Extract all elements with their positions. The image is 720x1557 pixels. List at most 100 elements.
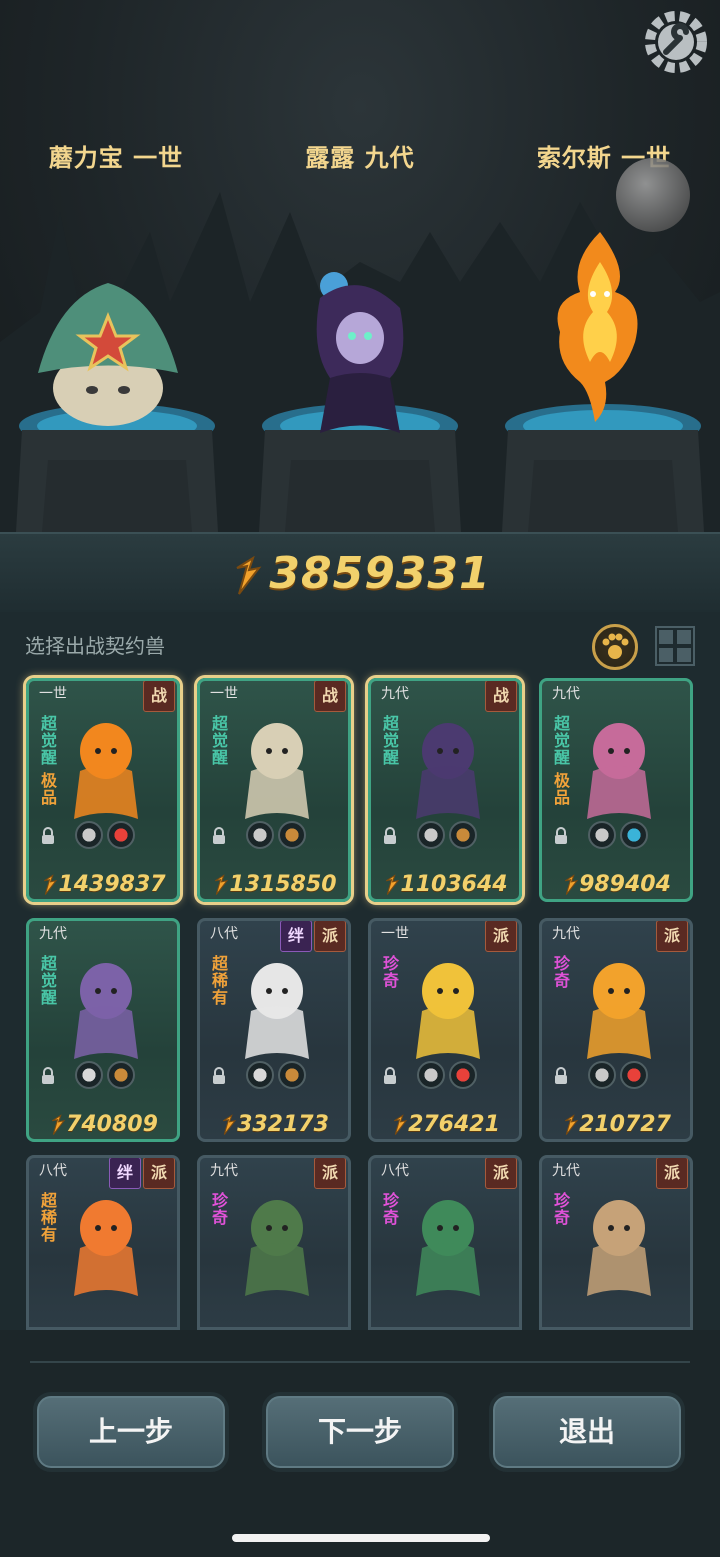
card-badge: 战 [485, 681, 517, 712]
lock-icon[interactable] [210, 1067, 228, 1085]
card-power-value: 1439837 [58, 872, 166, 897]
beast-card[interactable]: 九代派珍奇 [197, 1155, 351, 1330]
lock-icon[interactable] [39, 827, 57, 845]
hero-name-3: 索尔斯 一世 [536, 144, 672, 172]
team-power-bar: 3859331 [0, 532, 720, 614]
beast-sprite-dragon [74, 963, 138, 1059]
grid-view-icon[interactable] [655, 626, 695, 666]
fire-icon [620, 1061, 648, 1089]
beast-sprite-vine-girl [416, 1200, 480, 1296]
beast-sprite-white-sage [245, 963, 309, 1059]
beast-card[interactable]: 九代 超觉醒 740809 [26, 918, 180, 1142]
card-generation: 一世 [381, 926, 409, 942]
card-badge: 战 [143, 681, 175, 712]
card-power-score: 210727 [542, 1112, 690, 1137]
fist-icon [246, 821, 274, 849]
home-indicator[interactable] [232, 1534, 490, 1542]
beast-sprite-fire-spirit [74, 723, 138, 819]
beast-card[interactable]: 一世派珍奇 276421 [368, 918, 522, 1142]
team-power-display: 3859331 [0, 548, 720, 599]
power-icon [236, 556, 262, 595]
card-generation: 八代 [39, 1163, 67, 1179]
card-power-score: 332173 [200, 1112, 348, 1137]
beast-card[interactable]: 九代派珍奇 210727 [539, 918, 693, 1142]
card-power-score: 1103644 [371, 872, 519, 897]
beast-card[interactable]: 九代 超觉醒 极品 989404 [539, 678, 693, 902]
power-icon [52, 1114, 66, 1135]
paw-icon [602, 633, 629, 659]
hero-sprite-flame[interactable] [545, 232, 655, 422]
shield-icon [588, 1061, 616, 1089]
beast-card[interactable]: 八代绊派超稀有 [26, 1155, 180, 1330]
card-badge: 绊 [109, 1158, 141, 1189]
eye-icon [75, 1061, 103, 1089]
fire-icon [107, 821, 135, 849]
card-badge: 派 [485, 1158, 517, 1189]
card-generation: 九代 [381, 686, 409, 702]
hero-sprite-rose-witch[interactable] [300, 268, 420, 438]
beast-sprite-treant [245, 1200, 309, 1296]
card-power-value: 276421 [408, 1112, 500, 1137]
beast-card[interactable]: 八代绊派超稀有 332173 [197, 918, 351, 1142]
power-icon [223, 1114, 237, 1135]
shield-icon [75, 821, 103, 849]
earth-icon [278, 1061, 306, 1089]
paw-filter-button[interactable] [592, 624, 638, 670]
card-power-score: 1315850 [200, 872, 348, 897]
water-icon [620, 821, 648, 849]
card-power-score: 1439837 [29, 872, 177, 897]
power-icon [394, 1114, 408, 1135]
card-power-value: 740809 [66, 1112, 158, 1137]
beast-sprite-rose-witch [416, 723, 480, 819]
beast-sprite-phoenix [74, 1200, 138, 1296]
fist-icon [417, 1061, 445, 1089]
lock-icon[interactable] [552, 827, 570, 845]
prev-step-button[interactable]: 上一步 [33, 1392, 229, 1472]
beast-card[interactable]: 一世战超觉醒 1315850 [197, 678, 351, 902]
card-generation: 一世 [210, 686, 238, 702]
exit-button[interactable]: 退出 [489, 1392, 685, 1472]
bottom-divider [30, 1361, 690, 1363]
panel-label: 选择出战契约兽 [25, 634, 165, 658]
beast-sprite-serpent [587, 1200, 651, 1296]
lock-icon[interactable] [39, 1067, 57, 1085]
earth-icon [107, 1061, 135, 1089]
earth-icon [449, 821, 477, 849]
card-generation: 九代 [552, 686, 580, 702]
card-badge: 派 [656, 921, 688, 952]
beast-card[interactable]: 九代战超觉醒 1103644 [368, 678, 522, 902]
team-power-value: 3859331 [269, 548, 491, 599]
card-badge: 派 [314, 1158, 346, 1189]
card-generation: 八代 [210, 926, 238, 942]
fire-icon [449, 1061, 477, 1089]
hero-sprite-mushroom[interactable] [28, 278, 188, 428]
settings-icon[interactable] [640, 6, 712, 78]
power-icon [386, 874, 400, 895]
next-step-button[interactable]: 下一步 [262, 1392, 458, 1472]
card-badge: 绊 [280, 921, 312, 952]
beast-sprite-gold-spirit [416, 963, 480, 1059]
card-generation: 九代 [552, 926, 580, 942]
card-badge: 派 [314, 921, 346, 952]
lock-icon[interactable] [381, 827, 399, 845]
beast-card[interactable]: 八代派珍奇 [368, 1155, 522, 1330]
lock-icon[interactable] [210, 827, 228, 845]
card-power-value: 210727 [579, 1112, 671, 1137]
card-generation: 一世 [39, 686, 67, 702]
floating-assist-button[interactable] [616, 158, 690, 232]
team-stage: 蘑力宝 一世 露露 九代 索尔斯 一世 [0, 0, 720, 532]
card-badge: 派 [143, 1158, 175, 1189]
power-icon [565, 874, 579, 895]
beast-card[interactable]: 一世战超觉醒 极品 1439837 [26, 678, 180, 902]
lock-icon[interactable] [381, 1067, 399, 1085]
card-power-score: 989404 [542, 872, 690, 897]
beast-card[interactable]: 九代派珍奇 [539, 1155, 693, 1330]
power-icon [44, 874, 58, 895]
lock-icon[interactable] [552, 1067, 570, 1085]
card-generation: 九代 [552, 1163, 580, 1179]
hero-name-1: 蘑力宝 一世 [48, 144, 184, 172]
power-icon [215, 874, 229, 895]
beast-sprite-small-flame [587, 963, 651, 1059]
card-power-value: 332173 [237, 1112, 329, 1137]
card-generation: 九代 [210, 1163, 238, 1179]
